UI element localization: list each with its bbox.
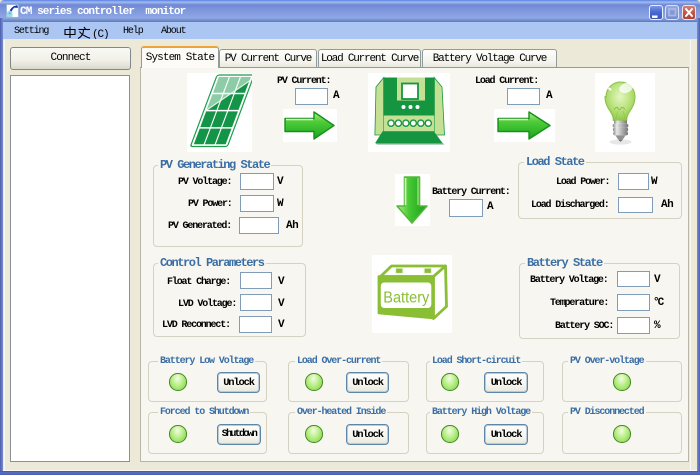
svg-text:Battery: Battery: [383, 290, 429, 307]
svg-text:(C): (C): [92, 29, 109, 39]
